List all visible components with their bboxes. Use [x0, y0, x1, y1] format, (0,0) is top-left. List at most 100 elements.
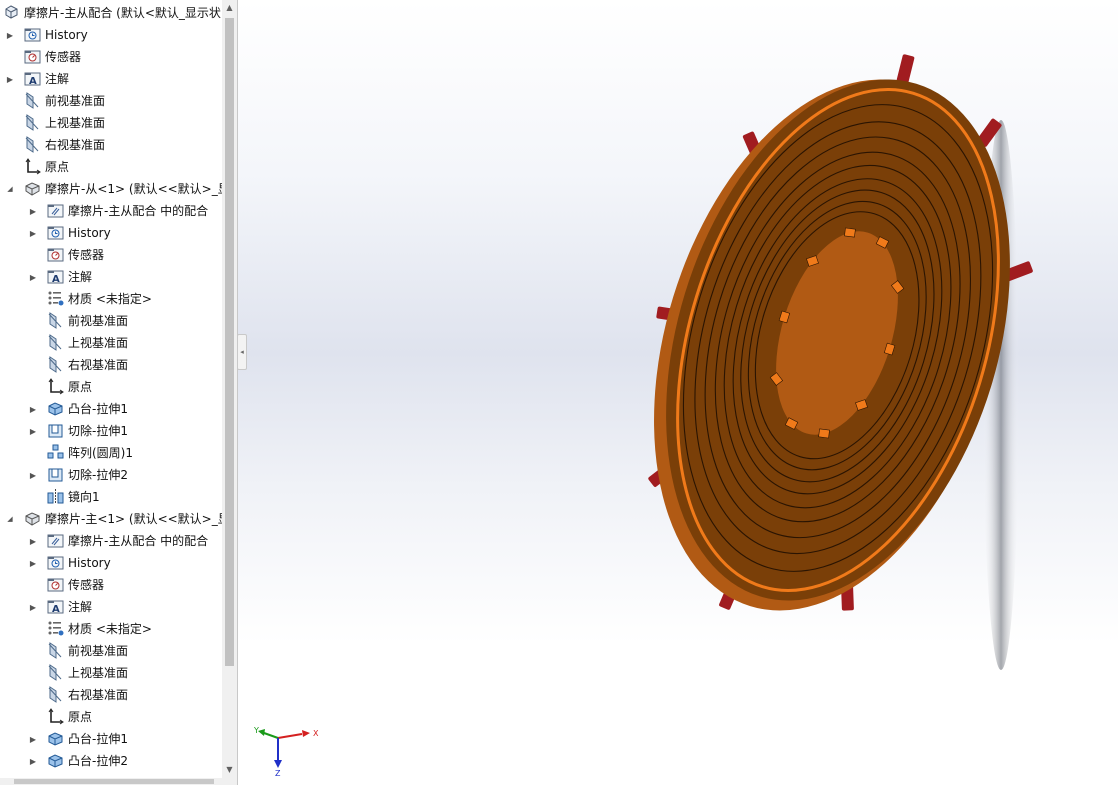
tree-item[interactable]: 右视基准面 [0, 684, 222, 706]
tree-item[interactable]: 材质 <未指定> [0, 618, 222, 640]
tree-item[interactable]: 传感器 [0, 574, 222, 596]
tree-item-label: 前视基准面 [68, 314, 129, 328]
scroll-up-icon[interactable]: ▲ [222, 0, 237, 16]
expand-arrow-icon[interactable]: ▶ [29, 603, 37, 612]
tree-item[interactable]: 前视基准面 [0, 640, 222, 662]
svg-text:A: A [52, 604, 60, 615]
expand-arrow-icon[interactable]: ▶ [6, 31, 14, 40]
tree-item[interactable]: ▶ 凸台-拉伸1 [0, 728, 222, 750]
tree-item[interactable]: ▶ 切除-拉伸2 [0, 464, 222, 486]
tree-item[interactable]: ▶ A 注解 [0, 266, 222, 288]
tree-item-label: 前视基准面 [45, 94, 106, 108]
tree-item[interactable]: ◢ 摩擦片-主<1> (默认<<默认>_显 [0, 508, 222, 530]
x-axis-arrowhead [302, 730, 310, 737]
tree-item-label: 阵列(圆周)1 [68, 446, 133, 460]
tree-item[interactable]: ▶ History [0, 222, 222, 244]
tree-item[interactable]: 原点 [0, 706, 222, 728]
extrude-boss-icon [47, 752, 64, 769]
material-icon [47, 290, 64, 307]
z-axis-arrowhead [274, 760, 282, 768]
tree-item[interactable]: ▶ 凸台-拉伸2 [0, 750, 222, 772]
tree-item[interactable]: ◢ 摩擦片-从<1> (默认<<默认>_显 [0, 178, 222, 200]
scroll-down-icon[interactable]: ▼ [222, 762, 237, 778]
tree-item-label: 注解 [68, 600, 93, 614]
plane-icon [47, 356, 64, 373]
collapse-arrow-icon[interactable]: ◢ [6, 515, 14, 523]
tree-item-label: 凸台-拉伸2 [68, 754, 128, 768]
extrude-cut-icon [47, 422, 64, 439]
tree-item-label: 摩擦片-从<1> (默认<<默认>_显 [45, 182, 222, 196]
tree-item-label: 传感器 [68, 578, 105, 592]
tree-item[interactable]: ▶ A 注解 [0, 68, 222, 90]
tree-item[interactable]: 阵列(圆周)1 [0, 442, 222, 464]
expand-arrow-icon[interactable]: ▶ [29, 537, 37, 546]
tree-item[interactable]: ▶ 摩擦片-主从配合 中的配合 [0, 200, 222, 222]
expand-arrow-icon[interactable]: ▶ [29, 207, 37, 216]
y-axis-arrow [263, 732, 279, 739]
expand-arrow-icon[interactable]: ▶ [29, 471, 37, 480]
tree-item[interactable]: ▶ History [0, 552, 222, 574]
mates-folder-icon [47, 202, 64, 219]
tree-scroll-thumb[interactable] [225, 18, 234, 666]
tree-item[interactable]: 右视基准面 [0, 134, 222, 156]
tree-item-label: 传感器 [68, 248, 105, 262]
part-icon [24, 510, 41, 527]
expand-arrow-icon[interactable]: ▶ [29, 229, 37, 238]
expand-arrow-icon[interactable]: ▶ [29, 735, 37, 744]
tree-item[interactable]: ▶ 切除-拉伸1 [0, 420, 222, 442]
tree-item-label: 材质 <未指定> [68, 622, 152, 636]
tree-item-label: 摩擦片-主从配合 中的配合 [68, 534, 209, 548]
tree-item[interactable]: 原点 [0, 156, 222, 178]
model-canvas [648, 54, 1033, 670]
panel-collapse-handle[interactable]: ◂ [237, 334, 247, 370]
tree-item-label: 右视基准面 [68, 358, 129, 372]
expand-arrow-icon[interactable]: ▶ [29, 427, 37, 436]
tree-item[interactable]: 前视基准面 [0, 310, 222, 332]
expand-arrow-icon[interactable]: ▶ [29, 559, 37, 568]
tree-item[interactable]: ▶ A 注解 [0, 596, 222, 618]
plane-icon [47, 686, 64, 703]
tree-item-label: 切除-拉伸2 [68, 468, 128, 482]
tree-item[interactable]: 前视基准面 [0, 90, 222, 112]
tree-item[interactable]: 上视基准面 [0, 662, 222, 684]
tree-item[interactable]: ▶ 摩擦片-主从配合 中的配合 [0, 530, 222, 552]
tree-item[interactable]: 材质 <未指定> [0, 288, 222, 310]
tree-item-label: 上视基准面 [68, 666, 129, 680]
tree-item[interactable]: 镜向1 [0, 486, 222, 508]
tree-item[interactable]: 传感器 [0, 244, 222, 266]
origin-icon [24, 158, 41, 175]
tree-item[interactable]: ▶ 凸台-拉伸1 [0, 398, 222, 420]
tree-item[interactable]: ▶ History [0, 24, 222, 46]
collapse-arrow-icon[interactable]: ◢ [6, 185, 14, 193]
tree-item-label: 摩擦片-主从配合 (默认<默认_显示状 [24, 6, 221, 20]
expand-arrow-icon[interactable]: ▶ [29, 757, 37, 766]
assembly-icon [3, 4, 20, 21]
svg-text:A: A [29, 76, 37, 87]
tree-item[interactable]: 上视基准面 [0, 112, 222, 134]
tree-item[interactable]: 上视基准面 [0, 332, 222, 354]
tree-item[interactable]: 原点 [0, 376, 222, 398]
part-icon [24, 180, 41, 197]
tree-item-label: 切除-拉伸1 [68, 424, 128, 438]
graphics-viewport[interactable]: X Y Z [238, 0, 1118, 785]
material-icon [47, 620, 64, 637]
tree-item-label: 上视基准面 [68, 336, 129, 350]
feature-manager-tree: ◢摩擦片-主从配合 (默认<默认_显示状▶History传感器▶A注解前视基准面… [0, 0, 238, 785]
extrude-cut-icon [47, 466, 64, 483]
tree-item-label: History [45, 28, 88, 42]
tree-item-label: 右视基准面 [45, 138, 106, 152]
expand-arrow-icon[interactable]: ▶ [29, 273, 37, 282]
plane-icon [47, 664, 64, 681]
extrude-boss-icon [47, 730, 64, 747]
tree-item-label: 凸台-拉伸1 [68, 402, 128, 416]
tree-item[interactable]: 传感器 [0, 46, 222, 68]
expand-arrow-icon[interactable]: ▶ [6, 75, 14, 84]
plane-icon [47, 642, 64, 659]
tree-hscroll-thumb[interactable] [14, 779, 214, 784]
origin-icon [47, 708, 64, 725]
tree-item-label: 右视基准面 [68, 688, 129, 702]
expand-arrow-icon[interactable]: ▶ [29, 405, 37, 414]
triad-label-z: Z [275, 769, 281, 778]
tree-item[interactable]: ◢摩擦片-主从配合 (默认<默认_显示状 [0, 2, 222, 24]
tree-item[interactable]: 右视基准面 [0, 354, 222, 376]
